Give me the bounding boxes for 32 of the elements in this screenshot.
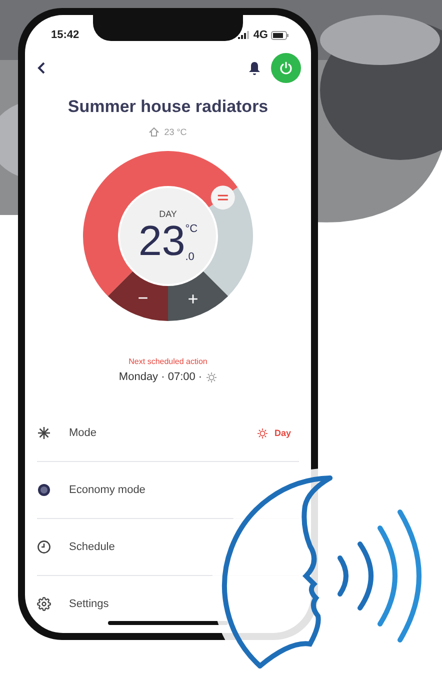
sun-icon <box>206 372 218 382</box>
clock-icon <box>37 540 51 554</box>
dial-handle[interactable] <box>210 186 235 210</box>
network-label: 4G <box>253 29 268 41</box>
house-icon <box>149 127 160 137</box>
status-time: 15:42 <box>51 29 80 41</box>
increase-button[interactable]: + <box>168 271 228 321</box>
back-button[interactable] <box>37 61 47 75</box>
back-icon <box>37 61 47 75</box>
device-title: Summer house radiators <box>66 97 270 117</box>
temperature-decimal: .0 <box>185 251 196 263</box>
settings-icon <box>37 597 51 611</box>
next-action-time: Monday · 07:00 · <box>118 371 202 383</box>
bell-button[interactable] <box>248 60 261 76</box>
bell-icon <box>248 60 261 76</box>
row-label: Economy mode <box>69 484 146 496</box>
next-action-label: Next scheduled action <box>128 357 208 366</box>
row-label: Schedule <box>69 541 116 553</box>
economy-icon <box>37 483 51 497</box>
signal-icon <box>238 31 250 39</box>
indoor-temperature: 23 °C <box>164 127 187 137</box>
temperature-value: 23 <box>138 219 186 263</box>
temperature-unit: °C <box>185 223 198 235</box>
power-button[interactable] <box>271 53 301 83</box>
period-label: DAY <box>159 209 177 219</box>
sun-icon <box>257 428 268 438</box>
row-label: Mode <box>69 427 98 439</box>
battery-icon <box>271 30 289 40</box>
row-value: Day <box>274 428 291 438</box>
row-label: Settings <box>69 598 110 610</box>
decrease-button[interactable]: − <box>108 271 168 321</box>
power-icon <box>279 61 293 75</box>
